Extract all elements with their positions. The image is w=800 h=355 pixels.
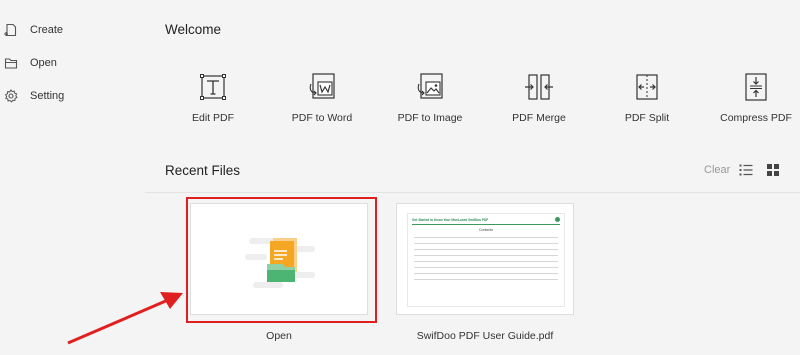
logo-icon bbox=[555, 217, 560, 222]
sidebar-item-label: Create bbox=[30, 24, 64, 36]
text-edit-icon bbox=[200, 74, 226, 100]
tool-pdf-merge[interactable]: PDF Merge bbox=[499, 72, 579, 124]
clear-button[interactable]: Clear bbox=[704, 164, 730, 176]
heading-rule bbox=[412, 224, 560, 225]
tool-edit-pdf[interactable]: Edit PDF bbox=[173, 72, 253, 124]
gear-icon bbox=[4, 89, 18, 103]
compress-icon bbox=[745, 73, 767, 101]
toc-line bbox=[414, 261, 558, 262]
recent-file-card[interactable]: Get Started to Know Your Most-used SwifD… bbox=[396, 203, 574, 315]
toc-line bbox=[414, 249, 558, 250]
toc-line bbox=[414, 267, 558, 268]
create-icon bbox=[4, 23, 17, 37]
section-divider bbox=[145, 192, 800, 193]
sidebar-item-create[interactable]: Create bbox=[4, 20, 63, 40]
tool-label: Edit PDF bbox=[191, 112, 234, 124]
sidebar-item-open[interactable]: Open bbox=[4, 53, 57, 73]
sidebar-item-setting[interactable]: Setting bbox=[4, 86, 64, 106]
tool-label: PDF to Image bbox=[397, 112, 463, 124]
document-subtitle: Contents bbox=[478, 228, 493, 232]
grid-view-icon[interactable] bbox=[766, 163, 780, 177]
document-thumbnail: Get Started to Know Your Most-used SwifD… bbox=[407, 213, 565, 307]
tool-label: Compress PDF bbox=[720, 112, 792, 124]
toc-line bbox=[414, 237, 558, 238]
split-icon bbox=[636, 74, 658, 100]
tool-pdf-split[interactable]: PDF Split bbox=[607, 72, 687, 124]
folder-icon bbox=[4, 58, 18, 69]
toc-line bbox=[414, 279, 558, 280]
document-heading: Get Started to Know Your Most-used SwifD… bbox=[412, 218, 489, 222]
tool-label: PDF Merge bbox=[512, 112, 566, 124]
tool-pdf-to-image[interactable]: PDF to Image bbox=[390, 72, 470, 124]
tool-compress-pdf[interactable]: Compress PDF bbox=[716, 72, 796, 124]
file-name: SwifDoo PDF User Guide.pdf bbox=[416, 330, 554, 342]
image-convert-icon bbox=[417, 73, 443, 99]
sidebar-item-label: Open bbox=[30, 57, 57, 69]
tool-label: PDF to Word bbox=[291, 112, 353, 124]
list-view-icon[interactable] bbox=[739, 163, 753, 177]
toc-line bbox=[414, 273, 558, 274]
highlight-box bbox=[186, 197, 377, 323]
recent-files-heading: Recent Files bbox=[165, 163, 241, 178]
sidebar: Create Open Setting bbox=[0, 0, 145, 355]
file-name: Open bbox=[266, 330, 292, 342]
word-convert-icon bbox=[309, 73, 335, 99]
tool-label: PDF Split bbox=[624, 112, 670, 124]
toc-line bbox=[414, 255, 558, 256]
merge-icon bbox=[525, 74, 553, 100]
toc-line bbox=[414, 243, 558, 244]
sidebar-item-label: Setting bbox=[30, 90, 65, 102]
tool-pdf-to-word[interactable]: PDF to Word bbox=[282, 72, 362, 124]
welcome-heading: Welcome bbox=[165, 22, 222, 37]
